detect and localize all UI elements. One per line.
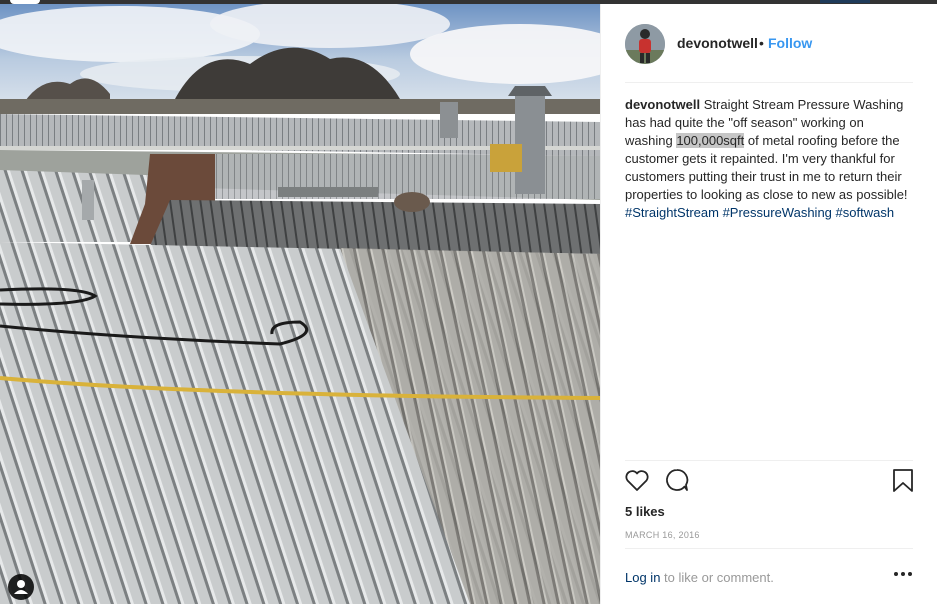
caption-highlight: 100,000sqft — [676, 133, 745, 148]
hashtag-link[interactable]: #softwash — [836, 205, 895, 220]
instagram-post-window: devonotwell • Follow devonotwell Straigh… — [0, 0, 937, 606]
tagged-user-button[interactable] — [8, 574, 34, 600]
login-prompt-text: to like or comment. — [660, 570, 774, 585]
top-right-tab — [820, 0, 870, 3]
post-date[interactable]: MARCH 16, 2016 — [625, 530, 700, 540]
avatar[interactable] — [625, 24, 665, 64]
post-actions — [601, 466, 937, 506]
avatar-image — [625, 24, 665, 64]
heart-icon — [625, 470, 649, 491]
post-photo[interactable] — [0, 4, 600, 604]
comment-button[interactable] — [663, 466, 691, 494]
roof-photo-illustration — [0, 4, 600, 604]
more-options-button[interactable] — [891, 566, 915, 582]
actions-divider — [625, 460, 913, 461]
user-tag-icon — [14, 580, 28, 594]
separator-dot: • — [759, 35, 764, 51]
bookmark-icon — [893, 469, 913, 492]
login-link[interactable]: Log in — [625, 570, 660, 585]
like-button[interactable] — [623, 466, 651, 494]
login-prompt: Log in to like or comment. — [625, 570, 774, 585]
comment-icon — [666, 469, 689, 491]
post-side-panel: devonotwell • Follow devonotwell Straigh… — [600, 4, 937, 604]
post-header: devonotwell • Follow — [601, 4, 937, 82]
more-options-icon — [894, 572, 912, 576]
caption-username[interactable]: devonotwell — [625, 97, 700, 112]
footer-divider — [625, 548, 913, 549]
follow-button[interactable]: Follow — [768, 35, 812, 51]
hashtag-link[interactable]: #PressureWashing — [723, 205, 832, 220]
post-caption: devonotwell Straight Stream Pressure Was… — [625, 96, 915, 222]
post-username[interactable]: devonotwell — [677, 35, 758, 51]
save-button[interactable] — [889, 466, 917, 494]
like-count[interactable]: 5 likes — [625, 504, 665, 519]
header-divider — [625, 82, 913, 83]
hashtag-link[interactable]: #StraightStream — [625, 205, 719, 220]
